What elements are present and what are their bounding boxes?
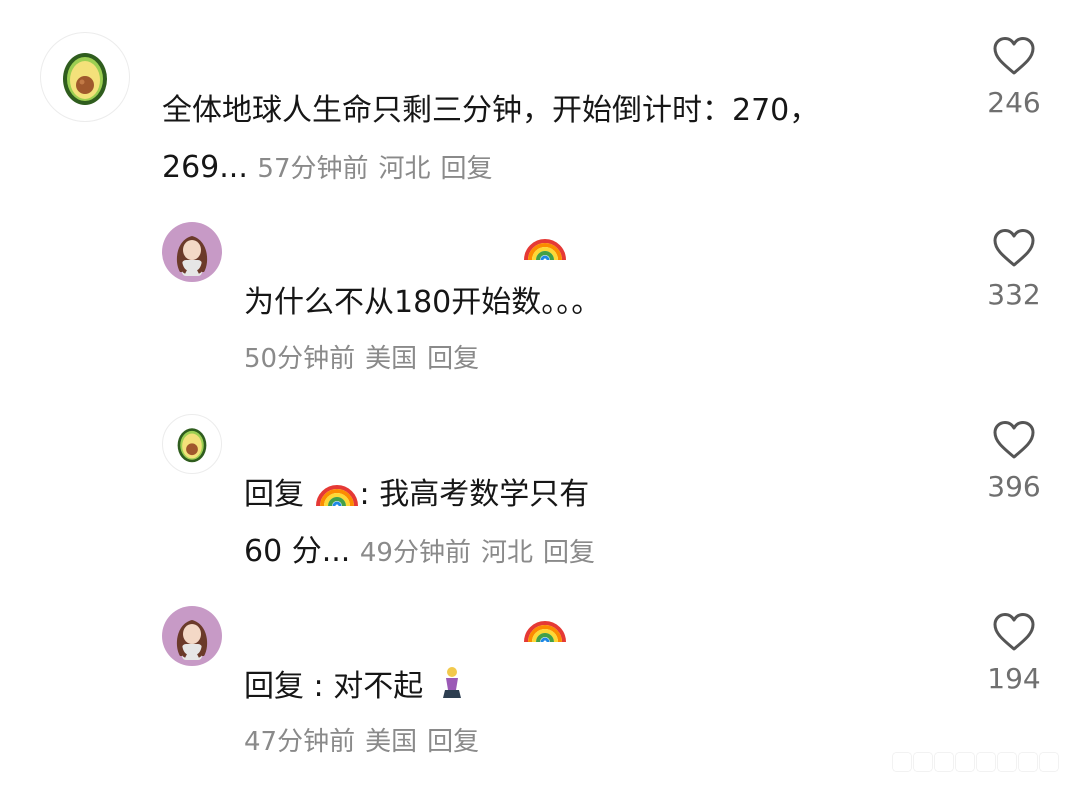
girl-avatar-icon (176, 620, 208, 660)
comment-text-line2: 269... (162, 150, 248, 185)
user-avatar[interactable] (162, 606, 222, 666)
reply-button[interactable]: 回复 (543, 538, 595, 568)
like-button[interactable]: 396 (974, 420, 1054, 503)
comment-text: 为什么不从180开始数。。。 (244, 285, 602, 320)
avocado-icon (63, 53, 107, 105)
comment-location: 美国 (365, 727, 418, 757)
comment-text-line2-row: 60 分... 49分钟前 河北 回复 (244, 523, 605, 582)
reply-button[interactable]: 回复 (427, 727, 479, 757)
reply-prefix: 回复 (244, 669, 304, 704)
girl-avatar-icon (176, 236, 208, 276)
comment-text-line2-row: 269... 57分钟前 河北 回复 (162, 139, 819, 198)
comment-meta: 50分钟前 美国 回复 (244, 331, 489, 388)
user-avatar[interactable] (162, 222, 222, 282)
comment-text-line2: 60 分... (244, 534, 351, 569)
like-count: 332 (987, 278, 1041, 311)
like-button[interactable]: 332 (974, 228, 1054, 311)
comment-text: 回复 : 我高考数学只有 60 分... 49分钟前 河北 回复 (244, 466, 605, 582)
comment-text-line1: 全体地球人生命只剩三分钟，开始倒计时：270， (162, 93, 820, 128)
comment-time: 50分钟前 (244, 344, 356, 374)
watermark (893, 753, 1058, 771)
like-count: 194 (987, 662, 1041, 695)
comment-location: 河北 (378, 154, 431, 184)
comment-text: 全体地球人生命只剩三分钟，开始倒计时：270， 269... 57分钟前 河北 回复 (162, 82, 819, 198)
heart-outline-icon (993, 229, 1035, 267)
comment-text: 回复 : 对不起 (244, 658, 465, 715)
rainbow-emoji-icon (315, 485, 358, 507)
comment-time: 49分钟前 (359, 538, 471, 568)
reply-prefix: 回复 (244, 477, 304, 512)
kneeling-person-emoji-icon (442, 667, 461, 698)
comment-time: 47分钟前 (244, 727, 356, 757)
rainbow-emoji-icon (524, 621, 566, 643)
rainbow-emoji-icon (524, 239, 566, 261)
user-avatar[interactable] (162, 414, 222, 474)
comment-time: 57分钟前 (257, 154, 369, 184)
like-button[interactable]: 194 (974, 612, 1054, 695)
reply-button[interactable]: 回复 (441, 154, 493, 184)
like-button[interactable]: 246 (974, 36, 1054, 119)
heart-outline-icon (993, 421, 1035, 459)
like-count: 396 (987, 470, 1041, 503)
heart-outline-icon (993, 613, 1035, 651)
avocado-icon (177, 428, 207, 463)
comment-location: 河北 (480, 538, 533, 568)
heart-outline-icon (993, 37, 1035, 75)
user-avatar[interactable] (40, 32, 130, 122)
comment-text-line1-row: 回复 : 我高考数学只有 (244, 466, 605, 523)
reply-button[interactable]: 回复 (427, 344, 479, 374)
comment-location: 美国 (365, 344, 418, 374)
comment-text-line1: : 对不起 (313, 669, 424, 704)
comment-text-line1: : 我高考数学只有 (359, 477, 590, 512)
like-count: 246 (987, 86, 1041, 119)
comment-meta: 47分钟前 美国 回复 (244, 714, 489, 771)
